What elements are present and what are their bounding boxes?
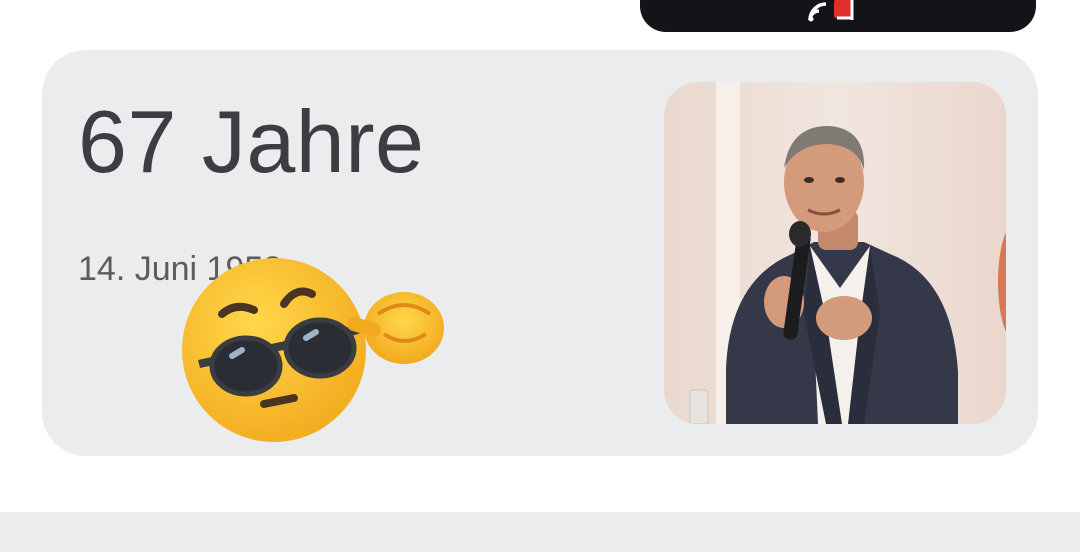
person-photo[interactable] bbox=[664, 82, 1006, 424]
sunglasses-thinking-emoji bbox=[182, 258, 444, 442]
next-card-edge bbox=[0, 512, 1080, 552]
age-title: 67 Jahre bbox=[78, 92, 425, 191]
cast-icon[interactable] bbox=[806, 0, 856, 22]
